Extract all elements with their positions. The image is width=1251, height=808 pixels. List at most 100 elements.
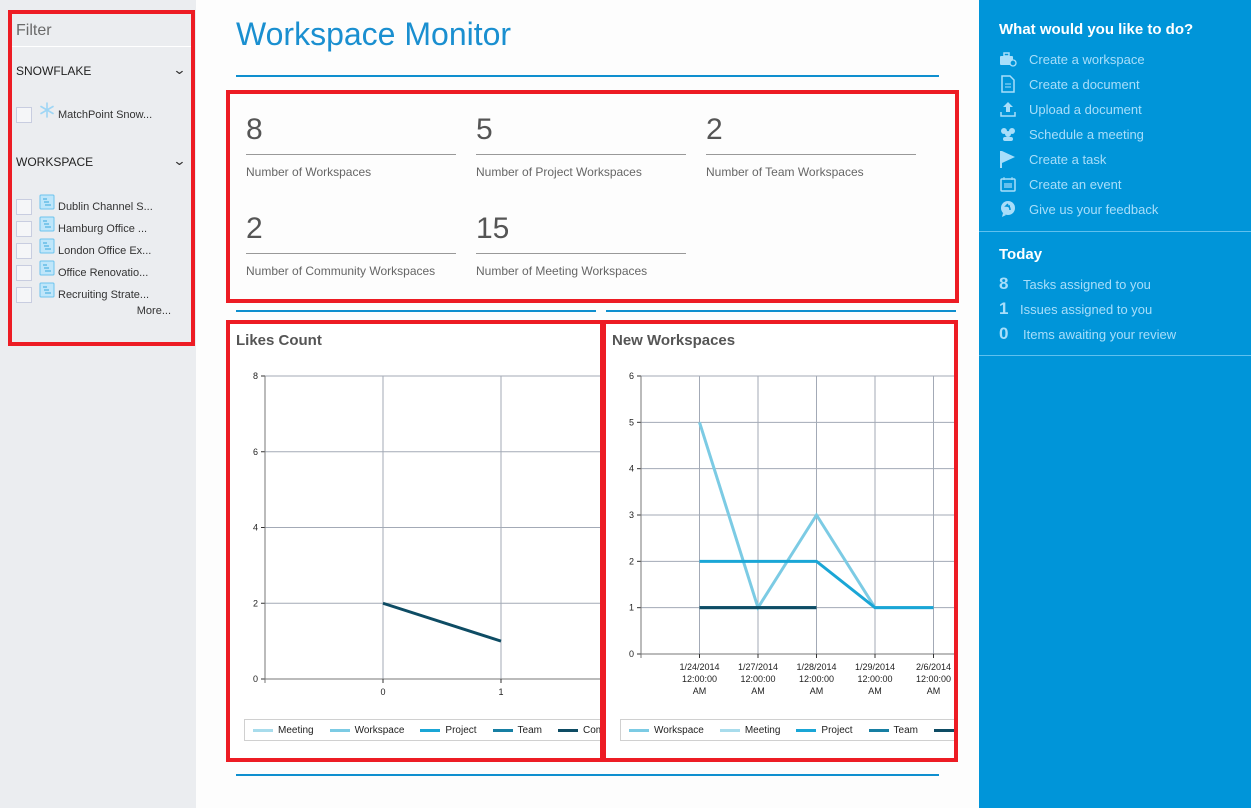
legend-item[interactable]: Team [868,724,918,736]
y-tick-label: 4 [629,464,634,474]
likes-count-plot: 0 2 4 6 8 0 1 [253,371,600,697]
legend-item[interactable]: Team [492,724,542,736]
people-icon [999,125,1017,143]
today-issues[interactable]: 1 Issues assigned to you [999,299,1152,319]
chart-legend: Workspace Meeting Project Team Comm [620,719,954,741]
stat-team-workspaces[interactable]: 2 Number of Team Workspaces [706,112,916,179]
action-label: Schedule a meeting [1029,126,1144,142]
legend-item[interactable]: Workspace [629,725,704,736]
today-count: 8 [999,274,1009,293]
legend-item[interactable]: Workspace [329,725,404,736]
workspace-icon [39,238,55,254]
action-schedule-meeting[interactable]: Schedule a meeting [999,125,1144,143]
filter-item[interactable]: MatchPoint Snow... [16,102,152,124]
y-tick-label: 2 [629,556,634,566]
x-tick-label: 12:00:00 [857,674,892,684]
x-tick-label: 0 [380,687,385,697]
x-tick-label: 1/29/2014 [855,662,895,672]
more-link[interactable]: More... [137,305,171,317]
checkbox[interactable] [16,221,32,237]
stat-community-workspaces[interactable]: 2 Number of Community Workspaces [246,211,456,278]
stat-label: Number of Community Workspaces [246,264,436,278]
chart-legend: Meeting Workspace Project Team Communi [244,719,600,741]
y-tick-label: 0 [629,649,634,659]
filter-item-label: Recruiting Strate... [58,289,150,301]
stat-workspaces[interactable]: 8 Number of Workspaces [246,112,456,179]
chevron-down-icon[interactable]: ⌄ [172,153,186,169]
stat-value: 15 [476,212,510,245]
checkbox[interactable] [16,107,32,123]
legend-swatch [420,728,441,732]
action-create-task[interactable]: Create a task [999,150,1106,168]
x-tick-label: AM [693,686,707,696]
today-label: Issues assigned to you [1020,302,1153,317]
flag-icon [999,150,1017,168]
action-create-document[interactable]: Create a document [999,75,1140,93]
x-tick-label: 12:00:00 [916,674,951,684]
legend-item[interactable]: Project [420,724,477,736]
legend-label: Workspace [654,724,704,736]
actions-title: What would you like to do? [999,21,1194,38]
action-upload-document[interactable]: Upload a document [999,100,1142,118]
divider [476,253,686,254]
legend-item[interactable]: Comm [934,725,954,736]
checkbox[interactable] [16,265,32,281]
filter-item-label: Hamburg Office ... [58,223,148,235]
x-tick-label: 2/6/2014 [916,662,951,672]
filter-item[interactable]: Dublin Channel S... [16,194,153,216]
action-give-feedback[interactable]: Give us your feedback [999,200,1158,218]
filter-group-workspace[interactable]: WORKSPACE [16,155,93,169]
filter-item[interactable]: London Office Ex... [16,238,151,260]
legend-label: Meeting [278,724,314,736]
stat-value: 8 [246,113,263,146]
checkbox[interactable] [16,243,32,259]
filter-title: Filter [16,22,52,39]
action-label: Upload a document [1029,101,1142,117]
legend-label: Project [445,724,477,736]
legend-item[interactable]: Meeting [719,725,780,736]
legend-swatch [796,728,817,732]
legend-item[interactable]: Project [796,725,853,736]
divider [476,154,686,155]
stat-project-workspaces[interactable]: 5 Number of Project Workspaces [476,112,686,179]
filter-item[interactable]: Recruiting Strate... [16,282,150,304]
x-tick-label: AM [810,686,824,696]
filter-group-snowflake[interactable]: SNOWFLAKE [16,64,91,78]
filter-item[interactable]: Hamburg Office ... [16,216,148,238]
today-tasks[interactable]: 8 Tasks assigned to you [999,274,1151,294]
new-workspaces-chart: New Workspaces 0 1 2 3 4 5 6 1/24/2014 12:00:00 A… [602,320,958,762]
action-create-event[interactable]: Create an event [999,175,1122,193]
legend-item[interactable]: Meeting [253,725,314,736]
action-label: Create a workspace [1029,51,1145,67]
stat-value: 5 [476,113,493,146]
legend-swatch [629,728,649,732]
chevron-down-icon[interactable]: ⌄ [172,62,186,78]
action-label: Give us your feedback [1029,201,1159,217]
today-count: 1 [999,299,1009,318]
legend-swatch [719,728,740,732]
checkbox[interactable] [16,287,32,303]
filter-item-label: Office Renovatio... [58,267,149,279]
today-review[interactable]: 0 Items awaiting your review [999,324,1176,344]
filter-item[interactable]: Office Renovatio... [16,260,149,282]
y-tick-label: 1 [629,603,634,613]
page-title: Workspace Monitor [236,16,512,52]
action-create-workspace[interactable]: Create a workspace [999,50,1145,68]
legend-swatch [868,728,889,732]
checkbox[interactable] [16,199,32,215]
y-tick-label: 6 [253,447,258,457]
x-tick-label: 12:00:00 [682,674,717,684]
x-tick-label: 1/24/2014 [679,662,719,672]
legend-label: Team [517,724,542,736]
legend-swatch [558,728,578,732]
y-tick-label: 8 [253,371,258,381]
stat-label: Number of Meeting Workspaces [476,264,648,278]
legend-item[interactable]: Communi [558,725,600,736]
y-tick-label: 0 [253,674,258,684]
divider [236,75,939,77]
legend-label: Team [893,724,918,736]
stat-meeting-workspaces[interactable]: 15 Number of Meeting Workspaces [476,211,686,278]
document-icon [999,75,1017,93]
x-tick-label: 1/28/2014 [796,662,836,672]
stat-value: 2 [706,113,723,146]
